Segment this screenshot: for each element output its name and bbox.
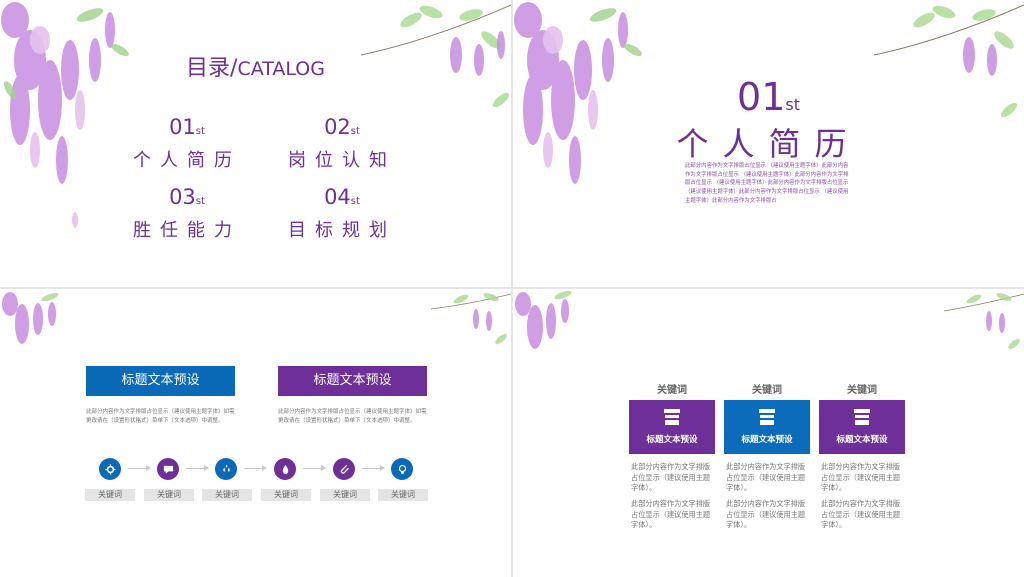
flow-step-5[interactable] [333, 458, 355, 480]
store-icon [759, 409, 775, 425]
catalog-item-name: 个人简历 [133, 150, 241, 171]
section-title: 个人简历 [676, 125, 861, 163]
description-right: 此部分内容作为文字排版占位显示（建议使用主题字体）如需更改请在（设置形状格式）菜… [278, 409, 427, 424]
catalog-title-cn: 目录 [186, 56, 231, 81]
slide-three-columns[interactable]: 关键词 标题文本预设 此部分内容作为文字排版占位显示（建议使用主题字体）。 此部… [513, 289, 1024, 577]
wisteria-decoration-right [431, 293, 511, 345]
column-text-2b: 此部分内容作为文字排版占位显示（建议使用主题字体）。 [726, 499, 806, 529]
slide-section-01[interactable]: 01st 个人简历 此部分内容作为文字排版占位显示 （建议使用主题字体）此部分内… [513, 0, 1024, 287]
flow-step-2[interactable] [157, 458, 179, 480]
paperclip-icon [340, 464, 349, 474]
flow-arrow [303, 465, 326, 471]
column-keyword-3: 关键词 [847, 385, 877, 396]
lightbulb-icon [398, 464, 406, 474]
slide-catalog[interactable]: 目录/CATALOG 01st 个人简历 02st 岗位认知 03st 胜任能力… [0, 0, 511, 287]
gear-icon [104, 463, 116, 475]
section-body-text: 此部分内容作为文字排版占位显示 （建议使用主题字体）此部分内容作为文字排版占位显… [685, 163, 849, 204]
catalog-item-number: 03 [169, 185, 196, 209]
section-number: 01st [513, 75, 1024, 119]
column-box-label: 标题文本预设 [741, 435, 793, 445]
catalog-item-suffix: st [350, 196, 360, 207]
catalog-item-4[interactable]: 04st 目标规划 [267, 185, 417, 242]
wisteria-decoration-right [944, 293, 1024, 350]
keyword-tag-2: 关键词 [144, 489, 194, 501]
flow-arrow [128, 465, 151, 471]
column-text-1b: 此部分内容作为文字排版占位显示（建议使用主题字体）。 [631, 499, 711, 529]
column-box-1[interactable]: 标题文本预设 [629, 400, 715, 454]
flow-step-4[interactable] [274, 458, 296, 480]
catalog-title: 目录/CATALOG [0, 50, 511, 82]
column-box-3[interactable]: 标题文本预设 [819, 400, 905, 454]
catalog-title-en: CATALOG [237, 58, 325, 80]
slide-flow[interactable]: 标题文本预设 标题文本预设 此部分内容作为文字排版占位显示（建议使用主题字体）如… [0, 289, 511, 577]
catalog-item-suffix: st [195, 196, 205, 207]
store-icon [664, 409, 680, 425]
column-text-3b: 此部分内容作为文字排版占位显示（建议使用主题字体）。 [821, 499, 901, 529]
keyword-tag-6: 关键词 [378, 489, 428, 501]
column-text-3a: 此部分内容作为文字排版占位显示（建议使用主题字体）。 [821, 462, 901, 492]
flow-step-3[interactable] [215, 458, 237, 480]
catalog-item-2[interactable]: 02st 岗位认知 [267, 115, 417, 172]
catalog-item-number: 02 [324, 115, 351, 139]
column-box-label: 标题文本预设 [646, 435, 698, 445]
catalog-item-3[interactable]: 03st 胜任能力 [112, 185, 262, 242]
catalog-item-number: 01 [169, 115, 196, 139]
drops-icon [222, 463, 230, 472]
chat-icon [163, 465, 173, 474]
column-keyword-2: 关键词 [752, 385, 782, 396]
flow-arrow [362, 465, 385, 471]
flow-step-6[interactable] [391, 458, 413, 480]
description-left: 此部分内容作为文字排版占位显示（建议使用主题字体）如需更改请在（设置形状格式）菜… [86, 409, 235, 424]
column-box-2[interactable]: 标题文本预设 [724, 400, 810, 454]
keyword-tag-3: 关键词 [202, 489, 252, 501]
wisteria-decoration-left [2, 292, 59, 344]
flow-arrow [186, 465, 209, 471]
column-box-label: 标题文本预设 [836, 435, 888, 445]
title-box-purple[interactable]: 标题文本预设 [278, 366, 427, 396]
wisteria-decoration-left [515, 290, 572, 349]
flow-arrow [244, 465, 267, 471]
catalog-item-name: 岗位认知 [288, 150, 396, 171]
store-icon [854, 409, 870, 425]
catalog-item-suffix: st [350, 126, 360, 137]
catalog-item-number: 04 [324, 185, 351, 209]
title-box-blue[interactable]: 标题文本预设 [86, 366, 235, 396]
keyword-tag-1: 关键词 [85, 489, 135, 501]
flow-step-1[interactable] [99, 458, 121, 480]
column-keyword-1: 关键词 [657, 385, 687, 396]
section-number-suffix: st [785, 95, 800, 114]
keyword-tag-5: 关键词 [320, 489, 370, 501]
catalog-item-1[interactable]: 01st 个人简历 [112, 115, 262, 172]
catalog-item-name: 胜任能力 [133, 220, 241, 241]
catalog-item-name: 目标规划 [288, 220, 396, 241]
keyword-tag-4: 关键词 [261, 489, 311, 501]
drop-icon [282, 464, 288, 474]
column-text-2a: 此部分内容作为文字排版占位显示（建议使用主题字体）。 [726, 462, 806, 492]
section-number-value: 01 [737, 75, 786, 119]
column-text-1a: 此部分内容作为文字排版占位显示（建议使用主题字体）。 [631, 462, 711, 492]
catalog-item-suffix: st [195, 126, 205, 137]
